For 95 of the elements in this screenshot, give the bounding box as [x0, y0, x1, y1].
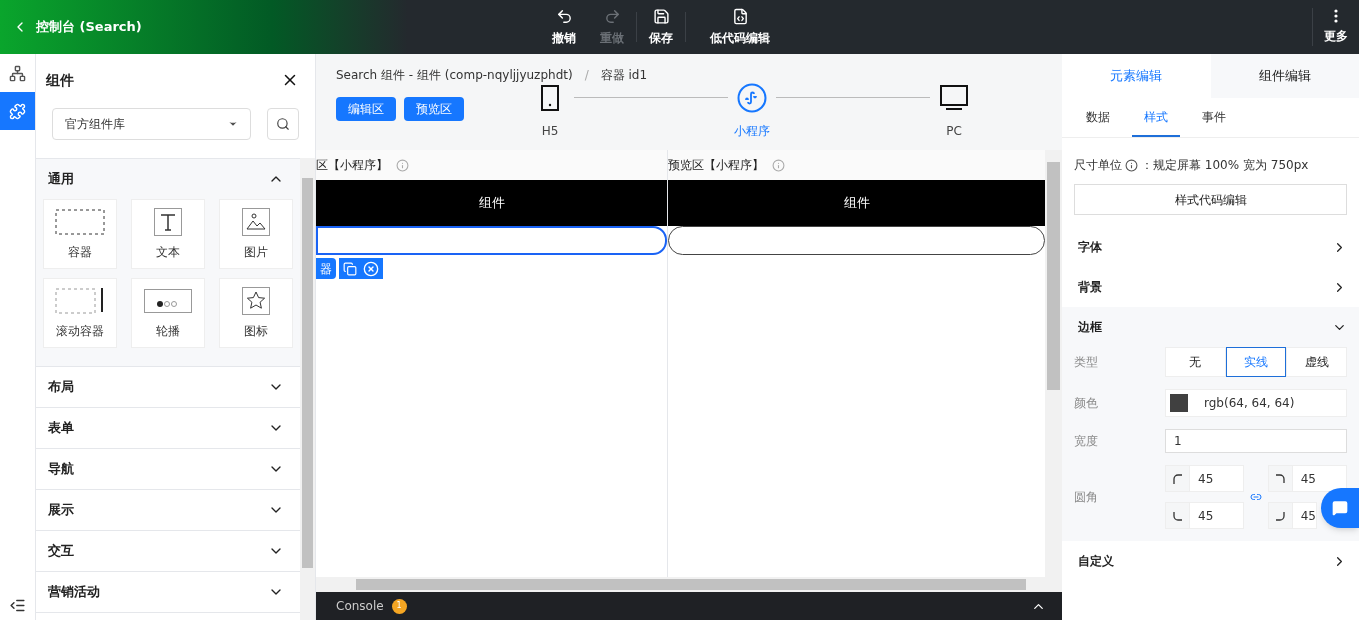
- flow-icon: [9, 64, 26, 82]
- horizontal-scrollbar[interactable]: [316, 577, 1045, 592]
- monitor-icon: [940, 85, 968, 111]
- vertical-scrollbar[interactable]: [1045, 150, 1062, 592]
- more-button[interactable]: 更多: [1313, 0, 1359, 54]
- corner-icon: [1172, 473, 1183, 484]
- dashed-box-icon: [55, 208, 105, 235]
- section-header[interactable]: 边框: [1062, 307, 1359, 347]
- component-card[interactable]: 容器: [43, 199, 117, 269]
- scrollbar[interactable]: [300, 158, 315, 620]
- field-label: 类型: [1074, 354, 1099, 371]
- pane-label: 预览区【小程序】: [668, 157, 764, 174]
- toolbar-button[interactable]: 低代码编辑: [686, 0, 794, 54]
- console-label: Console: [336, 598, 384, 615]
- border-type-option[interactable]: 无: [1165, 347, 1226, 377]
- search-button[interactable]: [267, 108, 299, 140]
- image-icon: [242, 207, 270, 236]
- toolbar-button[interactable]: 保存: [637, 0, 685, 54]
- link-icon[interactable]: [1249, 491, 1262, 503]
- corner-icon: [1172, 510, 1183, 521]
- color-field[interactable]: rgb(64, 64, 64): [1165, 389, 1347, 417]
- chat-button[interactable]: [1321, 488, 1359, 528]
- breadcrumb-current: 容器 id1: [600, 67, 648, 84]
- component-card[interactable]: 滚动容器: [43, 278, 117, 348]
- unit-value: ：规定屏幕 100% 宽为 750px: [1141, 157, 1309, 174]
- unit-label: 尺寸单位: [1074, 157, 1122, 174]
- pane-label: 区【小程序】: [316, 157, 388, 174]
- header-bar: 组件: [316, 180, 667, 226]
- back-link[interactable]: 控制台 (Search): [0, 0, 540, 54]
- mode-button[interactable]: 预览区: [404, 97, 464, 121]
- console-bar[interactable]: Console 1: [316, 592, 1062, 620]
- chat-icon: [1332, 500, 1348, 516]
- field-label: 圆角: [1074, 489, 1099, 506]
- panel-tab[interactable]: 组件编辑: [1210, 54, 1359, 98]
- redo-icon: [603, 7, 621, 25]
- mode-button[interactable]: 编辑区: [336, 97, 396, 121]
- element-tag: 器: [316, 258, 336, 279]
- group-header[interactable]: 导航: [36, 449, 300, 489]
- component-card[interactable]: 文本: [131, 199, 205, 269]
- component-card[interactable]: 图标: [219, 278, 293, 348]
- width-field[interactable]: 1: [1165, 429, 1347, 453]
- group-header[interactable]: 展示: [36, 490, 300, 530]
- radius-field[interactable]: 45: [1267, 502, 1317, 529]
- radius-field[interactable]: 45: [1165, 502, 1244, 529]
- scroll-box-icon: [55, 287, 105, 314]
- copy-icon[interactable]: [343, 261, 357, 276]
- section-header[interactable]: 背景: [1062, 267, 1359, 307]
- breadcrumb-link[interactable]: Search 组件 - 组件 (comp-nqyljjyuzphdt): [336, 66, 573, 84]
- puzzle-icon: [9, 102, 26, 120]
- count-badge: 1: [391, 598, 407, 614]
- group-header[interactable]: 通用: [36, 159, 300, 199]
- library-select[interactable]: 官方组件库: [52, 108, 251, 140]
- color-swatch: [1170, 394, 1188, 412]
- panel-title: 组件: [46, 70, 74, 90]
- header-bar: 组件: [668, 180, 1045, 226]
- group-header[interactable]: 交互: [36, 531, 300, 571]
- toolbar-button[interactable]: 撤销: [540, 0, 588, 54]
- more-icon: [1334, 9, 1338, 23]
- phone-icon: [541, 85, 559, 111]
- component-card[interactable]: 轮播: [131, 278, 205, 348]
- section-header[interactable]: 字体: [1062, 227, 1359, 267]
- field-label: 颜色: [1074, 395, 1099, 412]
- corner-icon: [1275, 510, 1286, 521]
- breadcrumb-separator: /: [584, 67, 589, 84]
- carousel-icon: [144, 288, 192, 313]
- info-icon: [772, 158, 785, 172]
- undo-icon: [555, 7, 573, 25]
- link-circle-icon: [737, 83, 767, 113]
- style-tab[interactable]: 数据: [1074, 98, 1122, 137]
- device-option[interactable]: H5: [526, 84, 574, 140]
- save-icon: [652, 7, 670, 25]
- field-label: 宽度: [1074, 433, 1099, 450]
- component-card[interactable]: 图片: [219, 199, 293, 269]
- style-tab[interactable]: 样式: [1132, 98, 1180, 137]
- section-header[interactable]: 自定义: [1062, 541, 1359, 581]
- style-tab[interactable]: 事件: [1190, 98, 1238, 137]
- selected-container[interactable]: [316, 226, 667, 255]
- group-header[interactable]: 表单: [36, 408, 300, 448]
- info-icon: [1125, 158, 1138, 172]
- radius-field[interactable]: 45: [1267, 465, 1347, 492]
- device-option[interactable]: 小程序: [728, 84, 776, 140]
- text-icon: [154, 207, 182, 236]
- group-header[interactable]: 营销活动: [36, 572, 300, 612]
- radius-field[interactable]: 45: [1165, 465, 1244, 492]
- info-icon: [396, 158, 409, 172]
- border-type-option[interactable]: 实线: [1225, 347, 1287, 377]
- dropdown-icon: [228, 119, 238, 129]
- corner-icon: [1275, 473, 1286, 484]
- border-type-option[interactable]: 虚线: [1286, 347, 1347, 377]
- search-icon: [276, 117, 290, 131]
- style-code-button[interactable]: 样式代码编辑: [1074, 184, 1347, 215]
- code-file-icon: [731, 7, 749, 25]
- group-header[interactable]: 布局: [36, 367, 300, 407]
- delete-icon[interactable]: [363, 260, 379, 277]
- device-option[interactable]: PC: [930, 84, 978, 140]
